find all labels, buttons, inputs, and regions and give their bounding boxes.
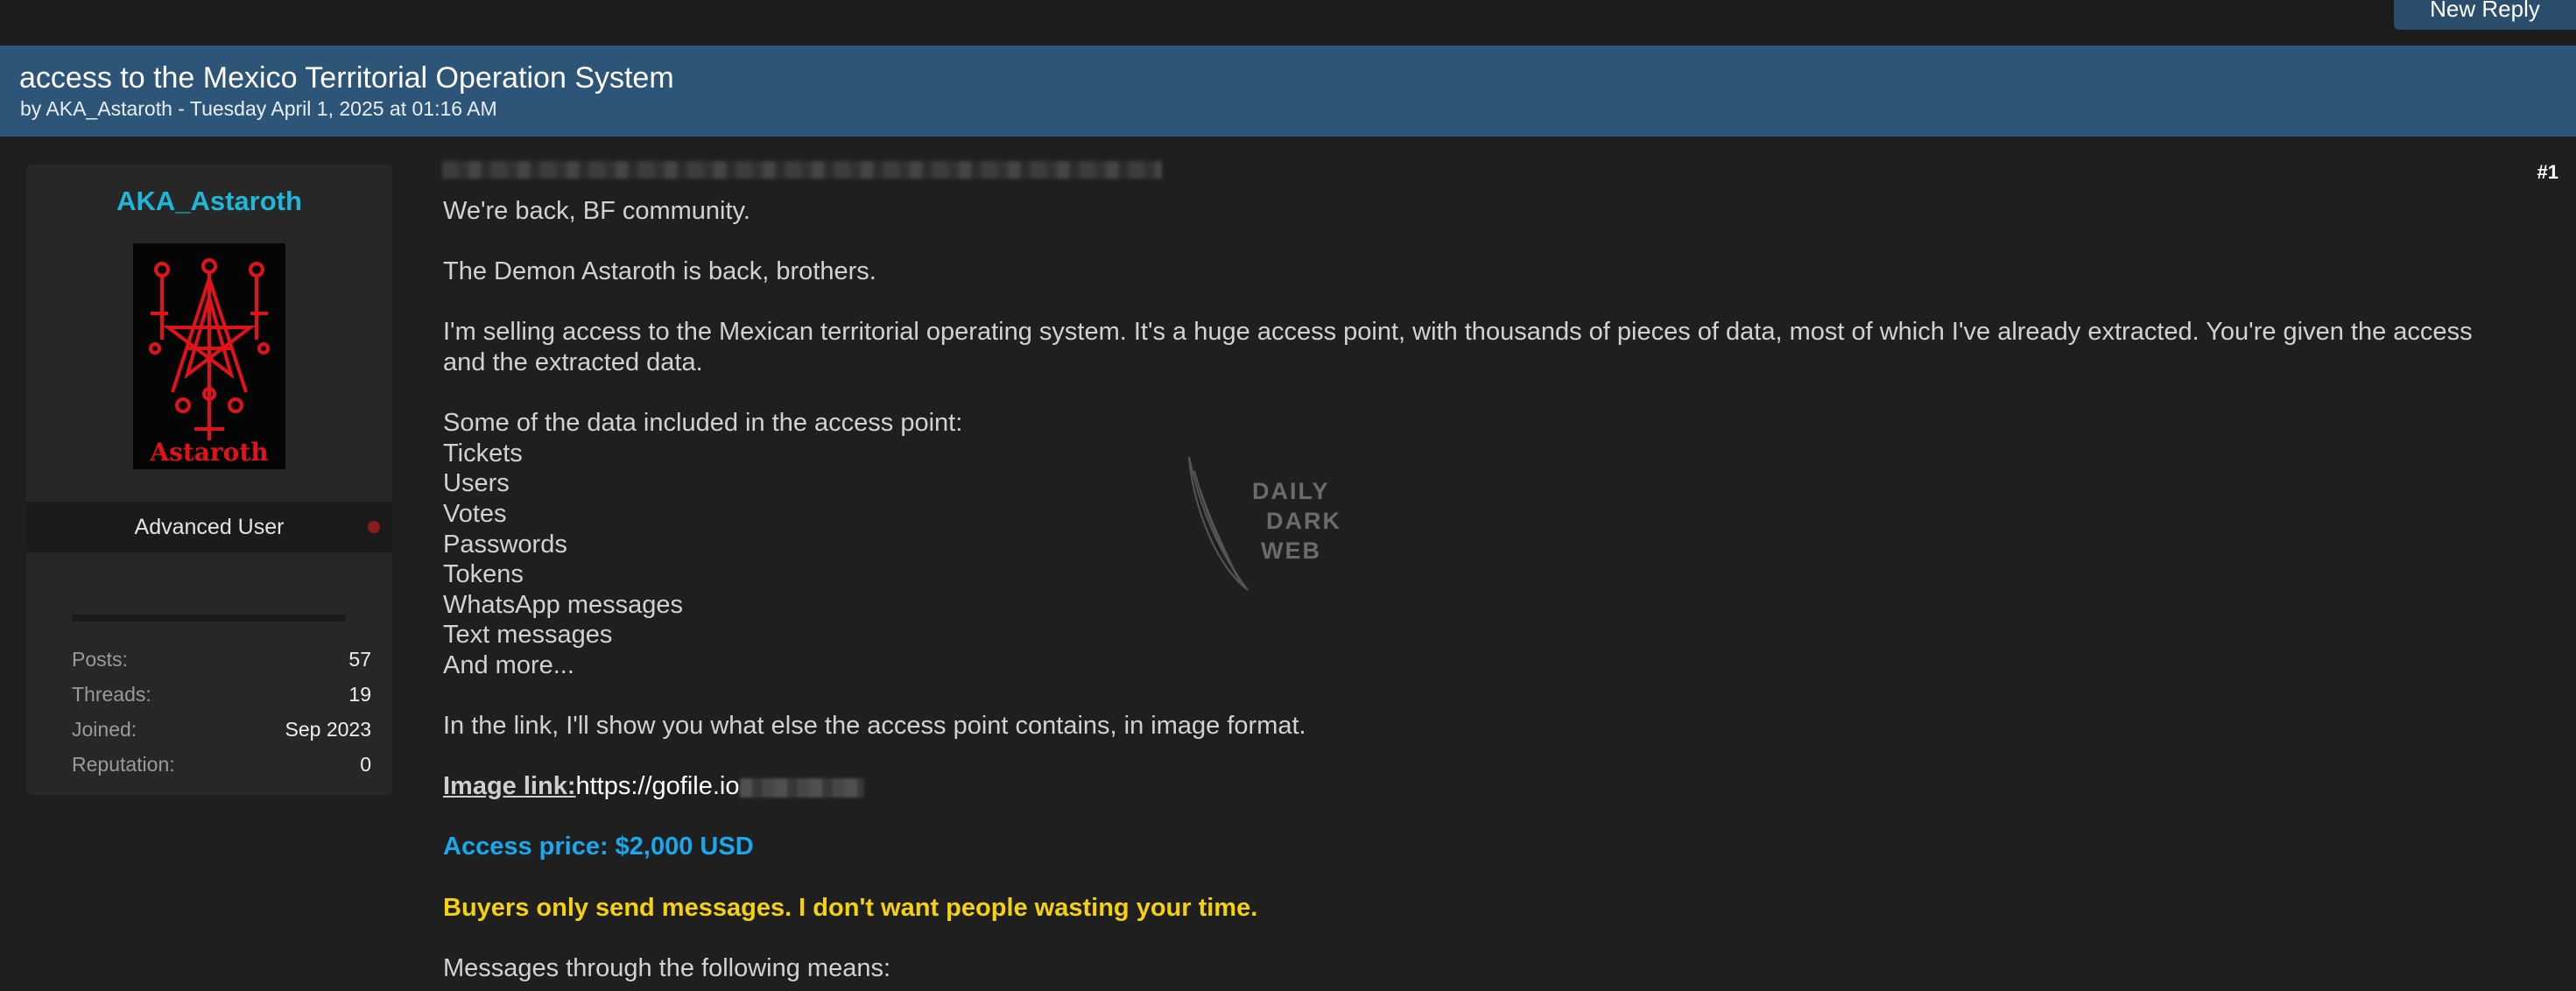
post-body: We're back, BF community. The Demon Asta… [443,196,2553,983]
watermark: DAILY DARK WEB [1182,453,1366,594]
top-bar: New Reply [0,0,2576,44]
wing-icon [1188,456,1249,591]
stat-threads: Threads: 19 [72,677,371,712]
access-price: Access price: $2,000 USD [443,833,754,861]
stat-label: Posts: [72,647,128,671]
stat-posts: Posts: 57 [72,642,371,677]
post-line: I'm selling access to the Mexican territ… [443,318,2473,347]
watermark-text: WEB [1261,538,1321,564]
post-line: In the link, I'll show you what else the… [443,712,1306,741]
stat-reputation: Reputation: 0 [72,747,371,782]
user-role: Advanced User [134,514,285,539]
stat-value: 57 [348,647,371,671]
post-line: We're back, BF community. [443,197,750,225]
user-stats: Posts: 57 Threads: 19 Joined: Sep 2023 R… [72,642,371,782]
list-item: Tickets [443,439,523,467]
user-info-panel: AKA_Astaroth Astaroth Advanced User Post… [26,165,392,795]
stat-label: Reputation: [72,752,175,776]
thread-header: access to the Mexico Territorial Operati… [0,46,2576,137]
image-link-label: Image link: [443,772,576,801]
stat-value: 19 [348,682,371,706]
buyer-warning: Buyers only send messages. I don't want … [443,893,1258,922]
post-line: and the extracted data. [443,348,703,376]
post-number-link[interactable]: #1 [2537,161,2558,184]
avatar-caption: Astaroth [149,438,268,467]
thread-meta: by AKA_Astaroth - Tuesday April 1, 2025 … [20,97,497,120]
list-item: WhatsApp messages [443,590,684,619]
stat-joined: Joined: Sep 2023 [72,712,371,747]
thread-title: access to the Mexico Territorial Operati… [19,61,674,95]
new-reply-button[interactable]: New Reply [2394,0,2576,30]
offline-status-icon [368,521,380,533]
watermark-text: DARK [1266,508,1341,534]
username-link[interactable]: AKA_Astaroth [26,186,392,217]
stat-value: 0 [360,752,371,776]
list-item: And more... [443,650,574,679]
stat-label: Threads: [72,682,151,706]
post-line: The Demon Astaroth is back, brothers. [443,257,876,286]
stat-value: Sep 2023 [285,717,371,741]
image-link-line: Image link:https://gofile.io [443,771,2553,802]
list-item: Votes [443,499,507,528]
post-line: Messages through the following means: [443,953,891,982]
post-line: Some of the data included in the access … [443,409,963,438]
reputation-progress-bar [72,615,345,622]
image-link[interactable]: https://gofile.io [576,772,740,800]
stat-label: Joined: [72,717,137,741]
avatar[interactable]: Astaroth [133,243,285,469]
list-item: Tokens [443,560,524,589]
astaroth-sigil-icon: Astaroth [149,258,270,467]
list-item: Text messages [443,621,613,650]
user-role-bar: Advanced User [26,502,392,552]
list-item: Passwords [443,530,567,559]
redacted-text [442,161,1162,179]
list-item: Users [443,469,510,498]
watermark-text: DAILY [1252,478,1330,504]
redacted-link-suffix [739,777,864,798]
